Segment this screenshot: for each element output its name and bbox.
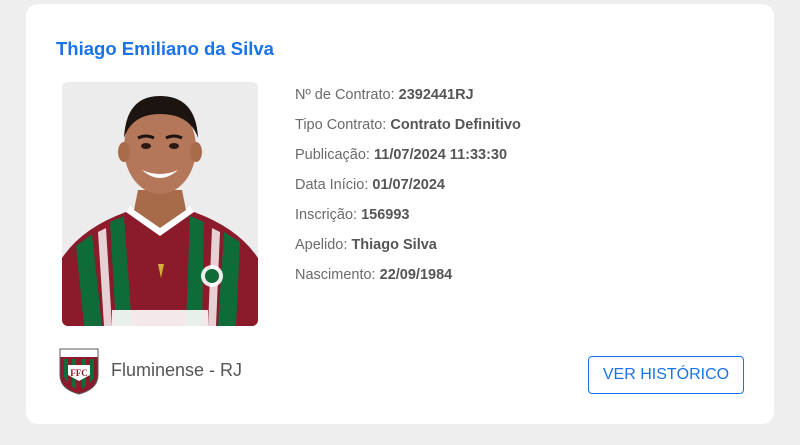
club-name[interactable]: Fluminense - RJ xyxy=(111,360,242,381)
contract-type-label: Tipo Contrato: xyxy=(295,117,387,133)
registration-label: Inscrição: xyxy=(295,207,358,223)
player-photo-image xyxy=(62,82,258,326)
start-date-label: Data Início: xyxy=(295,177,369,193)
contract-number-value: 2392441RJ xyxy=(398,87,474,103)
view-history-button[interactable]: VER HISTÓRICO xyxy=(588,356,744,394)
contract-info: Nº de Contrato: 2392441RJ Tipo Contrato:… xyxy=(295,80,521,290)
birth-date-label: Nascimento: xyxy=(295,267,376,283)
player-name[interactable]: Thiago Emiliano da Silva xyxy=(56,38,274,60)
nickname-label: Apelido: xyxy=(295,237,348,253)
player-card: Thiago Emiliano da Silva Nº de Contrato:… xyxy=(26,4,774,424)
svg-text:FFC: FFC xyxy=(70,368,88,378)
contract-type-value: Contrato Definitivo xyxy=(390,117,521,133)
birth-date-value: 22/09/1984 xyxy=(379,267,453,283)
start-date-row: Data Início: 01/07/2024 xyxy=(295,170,521,200)
publication-row: Publicação: 11/07/2024 11:33:30 xyxy=(295,140,521,170)
registration-value: 156993 xyxy=(361,207,410,223)
birth-date-row: Nascimento: 22/09/1984 xyxy=(295,260,521,290)
registration-row: Inscrição: 156993 xyxy=(295,200,521,230)
contract-type-row: Tipo Contrato: Contrato Definitivo xyxy=(295,110,521,140)
fluminense-crest-icon: FFC xyxy=(59,347,99,395)
contract-number-label: Nº de Contrato: xyxy=(295,87,395,103)
start-date-value: 01/07/2024 xyxy=(372,177,445,193)
club-info: FFC Fluminense - RJ xyxy=(58,345,242,395)
contract-number-row: Nº de Contrato: 2392441RJ xyxy=(295,80,521,110)
publication-label: Publicação: xyxy=(295,147,370,163)
publication-value: 11/07/2024 11:33:30 xyxy=(374,147,508,163)
nickname-value: Thiago Silva xyxy=(351,237,437,253)
player-photo xyxy=(62,82,258,326)
nickname-row: Apelido: Thiago Silva xyxy=(295,230,521,260)
